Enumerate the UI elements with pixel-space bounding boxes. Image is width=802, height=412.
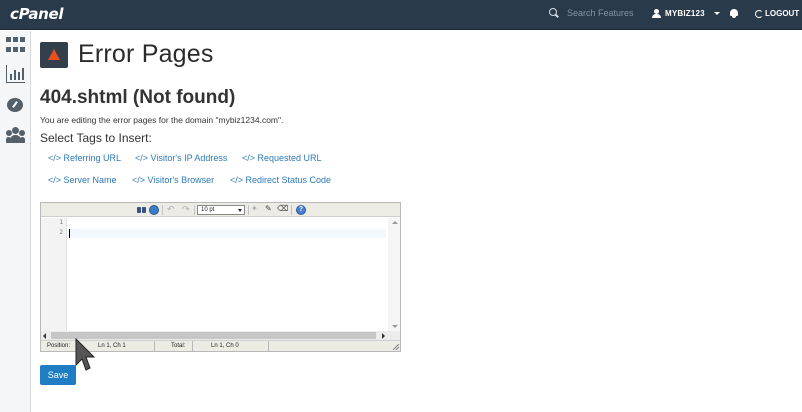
editor-toolbar: ↶ ↷ 10 pt ✦ ✎ ⌫ ?: [41, 203, 400, 217]
file-title: 404.shtml (Not found): [40, 87, 236, 108]
page-description: You are editing the error pages for the …: [40, 115, 284, 125]
position-label: Position:: [47, 343, 71, 349]
toolbar-divider: [291, 205, 292, 215]
active-line-highlight: [68, 229, 386, 238]
side-nav: [0, 31, 31, 412]
go-to-line-icon[interactable]: [149, 205, 159, 215]
resize-grip-icon[interactable]: [393, 344, 399, 350]
save-button[interactable]: Save: [40, 365, 76, 385]
stats-icon[interactable]: [6, 65, 25, 83]
scroll-up-icon[interactable]: [392, 221, 398, 224]
status-divider: [268, 341, 269, 352]
status-divider: [192, 341, 193, 352]
user-icon: [652, 9, 661, 18]
scroll-down-icon[interactable]: [392, 325, 398, 328]
tag-redirect-status-code[interactable]: </> Redirect Status Code: [230, 175, 331, 185]
toolbar-divider: [194, 205, 195, 215]
users-icon[interactable]: [6, 126, 25, 144]
code-text-area[interactable]: [68, 218, 386, 331]
eraser-icon[interactable]: ⌫: [277, 204, 288, 214]
highlight-icon[interactable]: ✦: [251, 204, 261, 214]
redo-icon[interactable]: ↷: [182, 204, 192, 214]
username-label: MYBIZ123: [665, 9, 705, 18]
warning-icon: [48, 48, 60, 60]
logout-label: LOGOUT: [765, 9, 800, 18]
line-number-gutter: 1 2: [41, 218, 67, 331]
status-divider: [154, 341, 155, 352]
search-features: [549, 8, 637, 18]
pencil-icon[interactable]: ✎: [265, 204, 275, 214]
search-input[interactable]: [567, 8, 637, 18]
bell-icon[interactable]: [729, 8, 739, 19]
font-size-select[interactable]: 10 pt: [197, 205, 245, 215]
cpanel-logo[interactable]: cPanel: [10, 5, 64, 23]
scrollbar-thumb[interactable]: [51, 332, 376, 339]
tag-visitor-ip-address[interactable]: </> Visitor's IP Address: [135, 153, 227, 163]
grid-icon[interactable]: [6, 37, 25, 55]
tag-visitor-browser[interactable]: </> Visitor's Browser: [132, 175, 214, 185]
power-icon: [755, 9, 763, 18]
main-content: Error Pages 404.shtml (Not found) You ar…: [40, 31, 802, 412]
text-caret: [69, 229, 70, 238]
chevron-down-icon: [713, 12, 720, 15]
position-value: Ln 1, Ch 1: [98, 343, 126, 349]
select-tags-label: Select Tags to Insert:: [40, 131, 152, 145]
find-icon[interactable]: [137, 205, 147, 215]
total-label: Total:: [171, 343, 186, 349]
logout-button[interactable]: LOGOUT: [755, 9, 799, 18]
top-bar: cPanel MYBIZ123 LOGOUT: [0, 0, 802, 30]
page-title: Error Pages: [78, 40, 214, 68]
search-icon: [549, 8, 559, 18]
toolbar-divider: [248, 205, 249, 215]
user-menu[interactable]: MYBIZ123: [652, 9, 720, 18]
mouse-pointer-icon: [75, 338, 96, 371]
page-header: Error Pages: [40, 40, 214, 69]
dropdown-arrow-icon: [238, 209, 242, 212]
toolbar-divider: [162, 205, 163, 215]
help-icon[interactable]: ?: [296, 205, 306, 215]
scroll-left-icon[interactable]: [43, 333, 46, 339]
code-editor: ↶ ↷ 10 pt ✦ ✎ ⌫ ? 1 2 Position: Ln 1, Ch…: [40, 202, 401, 352]
line-number: 2: [59, 229, 63, 236]
tag-referring-url[interactable]: </> Referring URL: [48, 153, 121, 163]
total-value: Ln 1, Ch 0: [211, 343, 239, 349]
error-pages-icon: [40, 41, 68, 68]
vertical-scrollbar[interactable]: [388, 218, 400, 331]
gauge-icon[interactable]: [6, 96, 25, 114]
line-number: 1: [59, 219, 63, 226]
font-size-value: 10 pt: [201, 207, 215, 213]
scroll-right-icon[interactable]: [382, 333, 385, 339]
tag-server-name[interactable]: </> Server Name: [48, 175, 117, 185]
undo-icon[interactable]: ↶: [167, 204, 177, 214]
tag-requested-url[interactable]: </> Requested URL: [242, 153, 322, 163]
